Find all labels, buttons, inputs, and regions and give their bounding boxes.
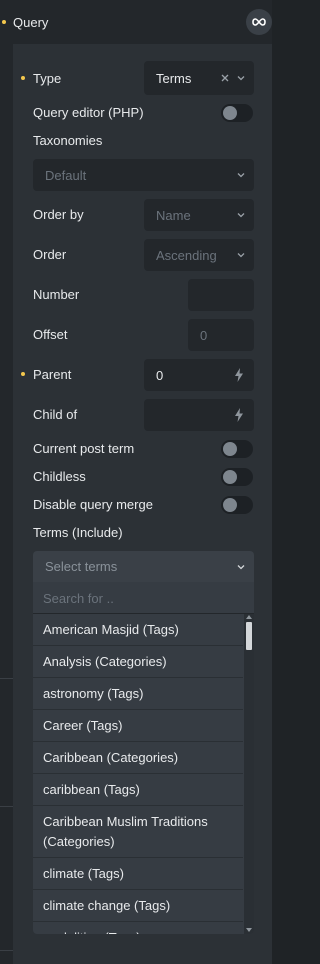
disable-query-merge-toggle[interactable] (221, 496, 253, 514)
chevron-down-icon (237, 564, 245, 569)
scroll-down-arrow-icon[interactable] (246, 928, 252, 932)
order-placeholder: Ascending (156, 247, 217, 263)
chevron-down-icon (237, 213, 245, 218)
parent-label: Parent (33, 367, 72, 382)
term-option[interactable]: American Masjid (Tags) (33, 614, 243, 646)
childless-toggle[interactable] (221, 468, 253, 486)
type-set-indicator (21, 76, 25, 80)
toggle-knob (223, 106, 237, 120)
toggle-knob (223, 470, 237, 484)
parent-set-indicator (21, 372, 25, 376)
offset-placeholder: 0 (200, 327, 208, 343)
query-title: Query (13, 15, 49, 30)
order-by-label: Order by (33, 207, 84, 222)
terms-search-input[interactable]: Search for .. (33, 582, 254, 614)
offset-input[interactable]: 0 (188, 319, 254, 351)
term-option[interactable]: Analysis (Categories) (33, 646, 243, 678)
parent-value: 0 (156, 367, 164, 383)
left-strip (0, 44, 13, 964)
clear-icon[interactable] (220, 73, 230, 83)
query-header[interactable]: Query (0, 0, 272, 44)
number-label: Number (33, 287, 80, 302)
current-post-term-toggle[interactable] (221, 440, 253, 458)
order-by-placeholder: Name (156, 207, 191, 223)
term-option[interactable]: Career (Tags) (33, 710, 243, 742)
terms-dropdown: Search for .. American Masjid (Tags) Ana… (33, 582, 254, 934)
order-select[interactable]: Ascending (144, 239, 254, 271)
disable-query-merge-label: Disable query merge (33, 497, 153, 512)
offset-label: Offset (33, 327, 68, 342)
type-label: Type (33, 71, 62, 86)
current-post-term-label: Current post term (33, 441, 135, 456)
term-option[interactable]: Caribbean Muslim Traditions (Categories) (33, 806, 243, 858)
term-option[interactable]: coalalition (Tags) (33, 922, 243, 935)
terms-option-list: American Masjid (Tags) Analysis (Categor… (33, 614, 243, 934)
query-editor-toggle[interactable] (221, 104, 253, 122)
terms-include-placeholder: Select terms (45, 559, 118, 574)
parent-input[interactable]: 0 (144, 359, 254, 391)
taxonomies-placeholder: Default (45, 167, 87, 183)
term-option[interactable]: Caribbean (Categories) (33, 742, 243, 774)
infinity-icon (252, 18, 266, 26)
chevron-down-icon (237, 173, 245, 178)
query-loop-button[interactable] (246, 9, 272, 35)
number-input[interactable] (188, 279, 254, 311)
scroll-up-arrow-icon[interactable] (246, 615, 252, 619)
dynamic-data-icon[interactable] (234, 368, 244, 382)
query-editor-label: Query editor (PHP) (33, 105, 144, 120)
child-of-label: Child of (33, 407, 78, 422)
terms-include-label: Terms (Include) (33, 525, 123, 540)
order-label: Order (33, 247, 67, 262)
terms-include-select[interactable]: Select terms (33, 551, 254, 582)
type-value: Terms (156, 70, 192, 86)
terms-scrollbar[interactable] (244, 614, 254, 934)
term-option[interactable]: climate (Tags) (33, 858, 243, 890)
terms-search-placeholder: Search for .. (43, 590, 114, 606)
term-option[interactable]: climate change (Tags) (33, 890, 243, 922)
term-option[interactable]: caribbean (Tags) (33, 774, 243, 806)
taxonomies-select[interactable]: Default (33, 159, 254, 191)
dynamic-data-icon[interactable] (234, 408, 244, 422)
taxonomies-label: Taxonomies (33, 133, 103, 148)
chevron-down-icon (237, 253, 245, 258)
query-set-indicator (2, 20, 6, 24)
toggle-knob (223, 498, 237, 512)
order-by-select[interactable]: Name (144, 199, 254, 231)
chevron-down-icon (237, 76, 245, 81)
term-option[interactable]: astronomy (Tags) (33, 678, 243, 710)
child-of-input[interactable] (144, 399, 254, 431)
toggle-knob (223, 442, 237, 456)
type-select[interactable]: Terms (144, 61, 254, 95)
scrollbar-thumb[interactable] (246, 622, 252, 650)
childless-label: Childless (33, 469, 86, 484)
